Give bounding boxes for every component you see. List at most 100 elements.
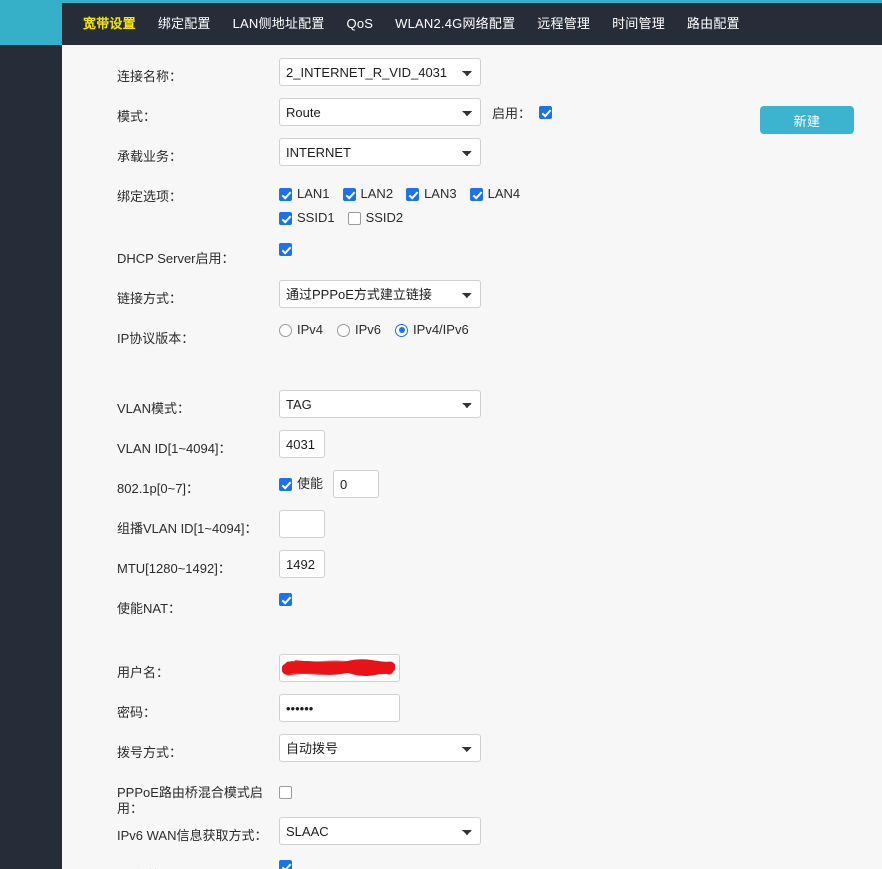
label-password: 密码： [117, 694, 279, 721]
dhcp-server-checkbox[interactable] [279, 243, 292, 256]
row-vlan-id: VLAN ID[1~4094]： [117, 430, 857, 470]
password-input[interactable] [279, 694, 400, 722]
binding-port-checkbox-lan3[interactable] [406, 188, 419, 201]
label-multicast-vlan-id: 组播VLAN ID[1~4094]： [117, 510, 279, 537]
label-binding-options: 绑定选项： [117, 178, 279, 205]
row-connection-name: 连接名称： 2_INTERNET_R_VID_4031 [117, 58, 857, 98]
row-dial-mode: 拨号方式： 自动拨号手动拨号按需拨号 [117, 734, 857, 774]
binding-ssid-group: SSID1 SSID2 [279, 210, 857, 226]
top-navigation-bar: 宽带设置绑定配置LAN侧地址配置QoSWLAN2.4G网络配置远程管理时间管理路… [62, 0, 882, 45]
ip-version-option-ipv4-ipv6[interactable]: IPv4/IPv6 [395, 322, 469, 338]
label-pppoe-bridge-mixed: PPPoE路由桥混合模式启用： [117, 774, 279, 817]
label-ipv6-wan-mode: IPv6 WAN信息获取方式： [117, 817, 279, 844]
label-dot1p-enable: 使能 [297, 476, 323, 492]
mode-enable-checkbox[interactable] [539, 106, 552, 119]
nav-tab-2[interactable]: LAN侧地址配置 [222, 3, 336, 45]
binding-port-option-lan3[interactable]: LAN3 [406, 186, 457, 202]
row-multicast-vlan-id: 组播VLAN ID[1~4094]： [117, 510, 857, 550]
vlan-mode-select[interactable]: TAGUNTAGTransparent [279, 390, 481, 418]
ip-version-label-ipv4: IPv4 [297, 322, 323, 338]
nav-tab-6[interactable]: 时间管理 [601, 3, 676, 45]
row-pppoe-bridge-mixed: PPPoE路由桥混合模式启用： [117, 774, 857, 817]
binding-ssid-option-ssid2[interactable]: SSID2 [348, 210, 404, 226]
label-ip-version: IP协议版本： [117, 320, 279, 347]
nav-tab-4[interactable]: WLAN2.4G网络配置 [384, 3, 526, 45]
row-mtu: MTU[1280~1492]： [117, 550, 857, 590]
service-select[interactable]: INTERNETTR069VOIPOTHER [279, 138, 481, 166]
dot1p-value-input[interactable] [333, 470, 379, 498]
binding-port-checkbox-lan1[interactable] [279, 188, 292, 201]
binding-ssid-option-ssid1[interactable]: SSID1 [279, 210, 335, 226]
row-dot1p: 802.1p[0~7]： 使能 [117, 470, 857, 510]
binding-port-label-lan2: LAN2 [361, 186, 394, 202]
link-mode-select[interactable]: 通过PPPoE方式建立链接通过DHCP方式获取IP地址使用固定IP地址 [279, 280, 481, 308]
row-pd-enable: PD使能： [117, 857, 857, 869]
mtu-input[interactable] [279, 550, 325, 578]
label-dial-mode: 拨号方式： [117, 734, 279, 761]
label-vlan-mode: VLAN模式： [117, 390, 279, 417]
pppoe-bridge-mixed-checkbox[interactable] [279, 786, 292, 799]
binding-ssid-label-ssid2: SSID2 [366, 210, 404, 226]
binding-ssid-label-ssid1: SSID1 [297, 210, 335, 226]
content-area: 新建 连接名称： 2_INTERNET_R_VID_4031 模式： Route… [62, 45, 882, 869]
binding-port-label-lan4: LAN4 [488, 186, 521, 202]
ipv6-wan-mode-select[interactable]: SLAACDHCPv6StaticSLAAC+DHCPv6 [279, 817, 481, 845]
nav-tab-list: 宽带设置绑定配置LAN侧地址配置QoSWLAN2.4G网络配置远程管理时间管理路… [62, 3, 882, 45]
row-ipv6-wan-mode: IPv6 WAN信息获取方式： SLAACDHCPv6StaticSLAAC+D… [117, 817, 857, 857]
label-link-mode: 链接方式： [117, 280, 279, 307]
label-service: 承载业务： [117, 138, 279, 165]
row-link-mode: 链接方式： 通过PPPoE方式建立链接通过DHCP方式获取IP地址使用固定IP地… [117, 280, 857, 320]
nav-tab-5[interactable]: 远程管理 [526, 3, 601, 45]
nav-tab-7[interactable]: 路由配置 [676, 3, 751, 45]
mode-select[interactable]: RouteBridge [279, 98, 481, 126]
username-input[interactable] [279, 654, 400, 682]
mode-enable-group: 启用： [492, 103, 552, 122]
label-mode: 模式： [117, 98, 279, 125]
connection-name-select[interactable]: 2_INTERNET_R_VID_4031 [279, 58, 481, 86]
label-nat: 使能NAT： [117, 590, 279, 617]
ip-version-radio-group: IPv4 IPv6 IPv4/IPv6 [279, 320, 857, 338]
ip-version-radio-ipv4[interactable] [279, 324, 292, 337]
left-rail [0, 0, 62, 869]
ip-version-option-ipv4[interactable]: IPv4 [279, 322, 323, 338]
row-username: 用户名： [117, 654, 857, 694]
ip-version-radio-ipv4-ipv6[interactable] [395, 324, 408, 337]
binding-port-option-lan4[interactable]: LAN4 [470, 186, 521, 202]
label-username: 用户名： [117, 654, 279, 681]
ip-version-radio-ipv6[interactable] [337, 324, 350, 337]
binding-port-label-lan3: LAN3 [424, 186, 457, 202]
nat-enable-checkbox[interactable] [279, 593, 292, 606]
row-nat: 使能NAT： [117, 590, 857, 630]
label-dhcp-server: DHCP Server启用： [117, 240, 279, 267]
binding-ssid-checkbox-ssid2[interactable] [348, 212, 361, 225]
binding-port-label-lan1: LAN1 [297, 186, 330, 202]
ip-version-option-ipv6[interactable]: IPv6 [337, 322, 381, 338]
pd-enable-checkbox[interactable] [279, 860, 292, 869]
row-service: 承载业务： INTERNETTR069VOIPOTHER [117, 138, 857, 178]
left-rail-logo-area [0, 0, 62, 45]
row-vlan-mode: VLAN模式： TAGUNTAGTransparent [117, 390, 857, 430]
binding-port-checkbox-lan4[interactable] [470, 188, 483, 201]
binding-port-group: LAN1 LAN2 LAN3 LAN4 [279, 186, 857, 202]
binding-port-option-lan1[interactable]: LAN1 [279, 186, 330, 202]
binding-port-option-lan2[interactable]: LAN2 [343, 186, 394, 202]
dot1p-enable-checkbox[interactable] [279, 478, 292, 491]
row-dhcp-server: DHCP Server启用： [117, 240, 857, 280]
broadband-settings-form: 连接名称： 2_INTERNET_R_VID_4031 模式： RouteBri… [117, 58, 857, 869]
binding-port-checkbox-lan2[interactable] [343, 188, 356, 201]
vlan-id-input[interactable] [279, 430, 325, 458]
label-vlan-id: VLAN ID[1~4094]： [117, 430, 279, 457]
row-mode: 模式： RouteBridge 启用： [117, 98, 857, 138]
row-binding-options: 绑定选项： LAN1 LAN2 LAN3 LAN4 SSID1 SSID2 [117, 178, 857, 226]
nav-tab-0[interactable]: 宽带设置 [72, 3, 147, 45]
label-mtu: MTU[1280~1492]： [117, 550, 279, 577]
ip-version-label-ipv4-ipv6: IPv4/IPv6 [413, 322, 469, 338]
multicast-vlan-id-input[interactable] [279, 510, 325, 538]
nav-tab-3[interactable]: QoS [336, 3, 385, 45]
binding-ssid-checkbox-ssid1[interactable] [279, 212, 292, 225]
router-config-page: 宽带设置绑定配置LAN侧地址配置QoSWLAN2.4G网络配置远程管理时间管理路… [0, 0, 882, 869]
row-ip-version: IP协议版本： IPv4 IPv6 IPv4/IPv6 [117, 320, 857, 360]
nav-tab-1[interactable]: 绑定配置 [147, 3, 222, 45]
ip-version-label-ipv6: IPv6 [355, 322, 381, 338]
dial-mode-select[interactable]: 自动拨号手动拨号按需拨号 [279, 734, 481, 762]
